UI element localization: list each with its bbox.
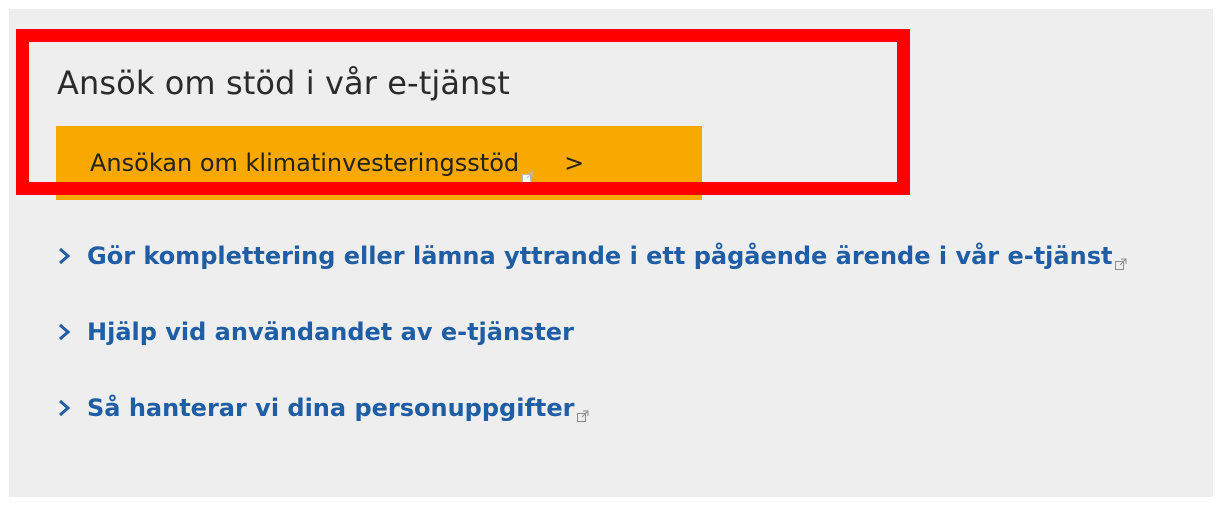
- link-label: Gör komplettering eller lämna yttrande i…: [87, 242, 1113, 270]
- chevron-right-icon: [59, 247, 71, 265]
- chevron-right-icon: >: [564, 149, 585, 177]
- chevron-right-icon: [59, 323, 71, 341]
- section-heading: Ansök om stöd i vår e-tjänst: [57, 64, 510, 102]
- external-link-icon: [1115, 255, 1127, 270]
- link-label: Så hanterar vi dina personuppgifter: [87, 394, 575, 422]
- external-link-icon: [577, 407, 589, 422]
- external-link-icon: [522, 161, 534, 183]
- apply-button-label: Ansökan om klimatinvesteringsstöd: [90, 149, 520, 177]
- link-supplement-case[interactable]: Gör komplettering eller lämna yttrande i…: [57, 242, 1127, 270]
- chevron-right-icon: [59, 399, 71, 417]
- link-personal-data[interactable]: Så hanterar vi dina personuppgifter: [57, 394, 589, 422]
- link-e-service-help[interactable]: Hjälp vid användandet av e-tjänster: [57, 318, 574, 346]
- link-label: Hjälp vid användandet av e-tjänster: [87, 318, 574, 346]
- apply-climate-investment-button[interactable]: Ansökan om klimatinvesteringsstöd >: [56, 126, 702, 200]
